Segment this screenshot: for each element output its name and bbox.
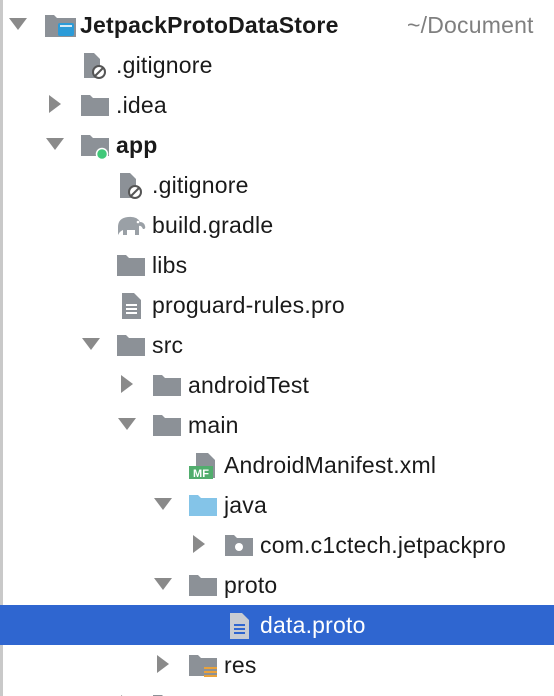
tree-row-proguard[interactable]: proguard-rules.pro [0,285,554,325]
folder-label: libs [152,252,188,278]
folder-label: proto [224,572,278,598]
folder-label: .idea [116,92,167,118]
chevron-down-icon[interactable] [7,13,29,35]
module-folder-icon [81,135,109,161]
project-name: JetpackProtoDataStore [80,12,339,38]
file-label: data.proto [260,612,366,638]
tree-row-res[interactable]: res [0,645,554,685]
module-label: app [116,132,158,158]
ignored-file-icon [84,53,106,79]
tree-row-androidtest[interactable]: androidTest [0,365,554,405]
package-label: com.c1ctech.jetpackpro [260,532,507,558]
text-file-icon [230,613,249,639]
folder-label: androidTest [188,372,310,398]
chevron-right-icon[interactable] [44,93,66,115]
tree-row-build-gradle[interactable]: build.gradle [0,205,554,245]
folder-icon [153,415,181,436]
file-label: .gitignore [116,52,213,78]
project-tree[interactable]: JetpackProtoDataStore ~/Document .gitign… [0,0,554,696]
folder-label: java [224,492,267,518]
chevron-down-icon[interactable] [152,493,174,515]
folder-icon [81,95,109,116]
file-label: AndroidManifest.xml [224,452,437,478]
chevron-right-icon[interactable] [152,653,174,675]
chevron-down-icon[interactable] [152,573,174,595]
chevron-right-icon[interactable] [188,533,210,555]
tree-row-src[interactable]: src [0,325,554,365]
tree-row-gitignore[interactable]: .gitignore [0,45,554,85]
tree-row-project-root[interactable]: JetpackProtoDataStore ~/Document [0,5,554,45]
folder-label: main [188,412,239,438]
tree-row-idea[interactable]: .idea [0,85,554,125]
tree-row-app-gitignore[interactable]: .gitignore [0,165,554,205]
file-label: .gitignore [152,172,249,198]
tree-row-main[interactable]: main [0,405,554,445]
tree-row-package[interactable]: com.c1ctech.jetpackpro [0,525,554,565]
chevron-down-icon[interactable] [44,133,66,155]
gradle-elephant-icon [118,216,146,235]
folder-label: res [224,652,257,678]
text-file-icon [122,293,141,319]
folder-icon [117,335,145,356]
folder-icon [189,575,217,596]
tree-row-data-proto[interactable]: data.proto [0,605,554,645]
tree-row-proto[interactable]: proto [0,565,554,605]
tree-row-partial[interactable] [0,685,554,696]
project-folder-icon [45,15,76,37]
chevron-down-icon[interactable] [80,333,102,355]
tree-row-java[interactable]: java [0,485,554,525]
tree-row-libs[interactable]: libs [0,245,554,285]
folder-icon [153,375,181,396]
chevron-down-icon[interactable] [116,413,138,435]
package-icon [225,535,253,556]
manifest-file-icon: MF [189,453,215,480]
project-path: ~/Document [407,12,534,38]
folder-label: src [152,332,184,358]
folder-icon [117,255,145,276]
file-label: build.gradle [152,212,274,238]
ignored-file-icon [120,173,142,199]
tree-row-android-manifest[interactable]: MF AndroidManifest.xml [0,445,554,485]
tree-row-app[interactable]: app [0,125,554,165]
resource-folder-icon [189,655,217,677]
svg-text:MF: MF [193,468,209,480]
chevron-right-icon[interactable] [116,373,138,395]
source-folder-icon [189,495,217,516]
file-label: proguard-rules.pro [152,292,345,318]
